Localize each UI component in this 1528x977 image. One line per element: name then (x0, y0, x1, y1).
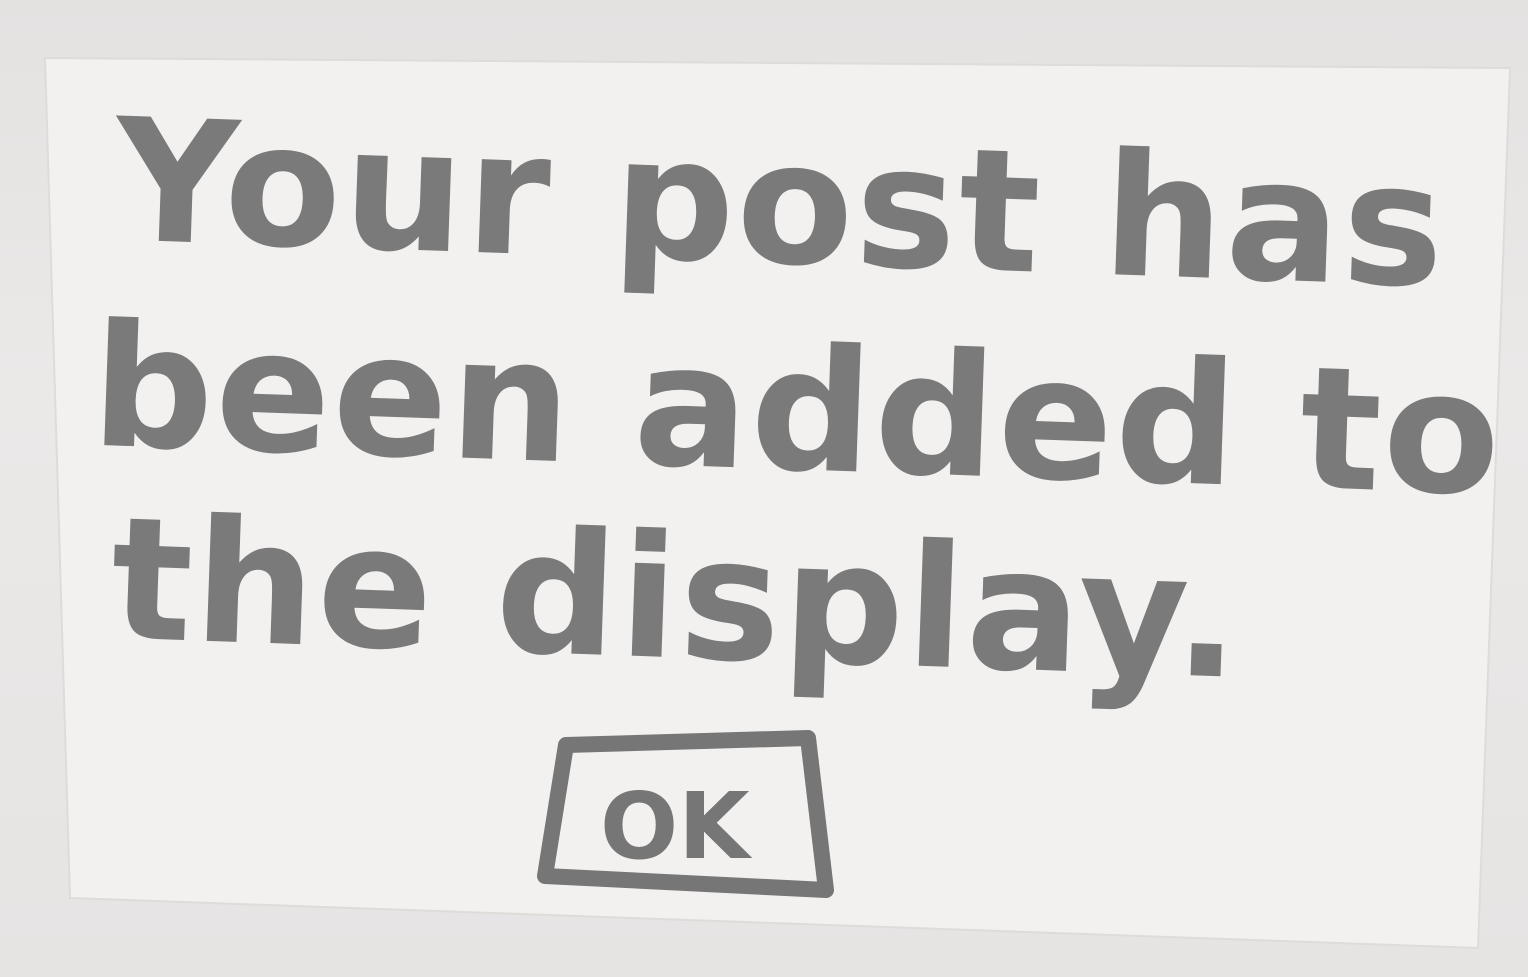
ok-button-label: OK (600, 773, 753, 880)
dialog-card: Your post has been added to the display.… (0, 0, 1528, 977)
message-line-3: the display. (108, 481, 1245, 718)
dialog-canvas: Your post has been added to the display.… (43, 56, 1512, 950)
